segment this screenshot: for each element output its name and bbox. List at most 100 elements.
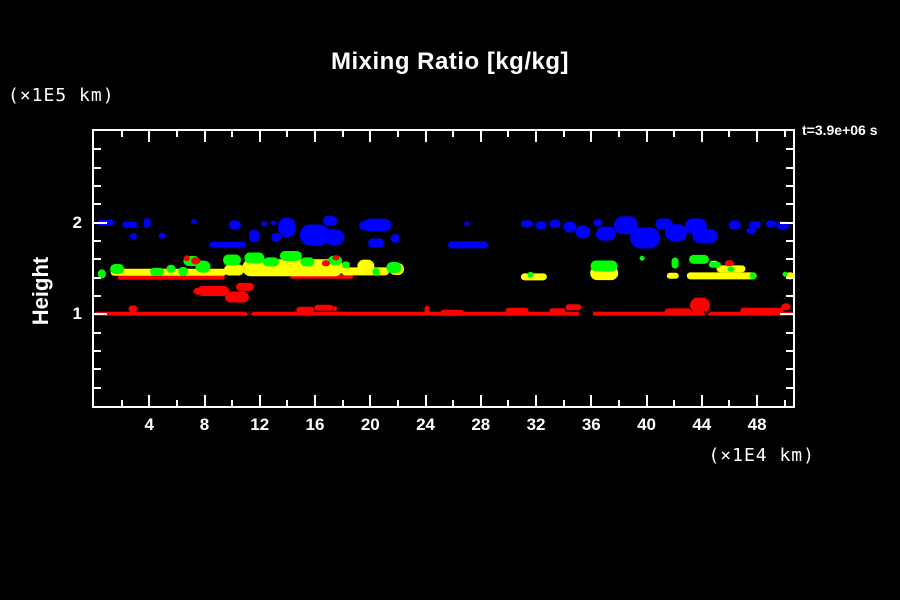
x-tick [369,395,371,406]
layer-yellow-layer-blob [687,272,757,279]
layer-green-layer-blob [372,268,379,276]
x-tick-label: 48 [748,415,767,435]
layer-red-specks-blob [183,256,189,262]
x-tick [176,131,178,137]
layer-blue-layer-blob [278,218,296,237]
x-tick [204,131,206,142]
page-background: { "header": { "title": "Mixing Ratio [kg… [0,0,900,600]
x-tick-label: 32 [527,415,546,435]
y-tick [786,258,793,260]
y-tick [94,332,101,334]
layer-blue-layer-blob [323,216,337,226]
layer-blue-layer-blob [665,224,687,241]
layer-red-clouds-blob [314,305,333,311]
x-tick [673,131,675,137]
layer-green-layer-blob [280,251,302,261]
layer-blue-layer-blob [191,219,197,225]
x-tick-label: 20 [361,415,380,435]
x-tick [259,395,261,406]
layer-yellow-layer-blob [521,273,547,280]
y-tick [786,277,793,279]
layer-blue-layer-blob [159,232,165,238]
x-tick [701,131,703,142]
layer-blue-layer-blob [249,230,259,243]
layer-blue-layer-blob [122,221,137,227]
layer-green-layer-blob [782,272,787,277]
y-tick [780,222,793,224]
y-tick [94,148,101,150]
x-tick-label: 12 [250,415,269,435]
layer-red-clouds-blob [506,307,529,313]
x-tick [728,131,730,137]
x-tick [646,395,648,406]
x-tick [590,395,592,406]
layer-blue-layer-blob [746,228,756,234]
y-tick [786,350,793,352]
x-tick [369,131,371,142]
layer-red-clouds-blob [225,291,249,302]
x-tick [425,131,427,142]
layer-blue-layer-blob [368,238,384,247]
layer-green-layer-blob [749,272,756,279]
layer-blue-layer-blob [391,234,400,242]
layer-red-clouds-blob [333,306,337,312]
y-tick [94,313,107,315]
layer-red-clouds-blob [425,306,430,314]
layer-red-clouds-blob [197,285,229,295]
layer-green-layer-blob [245,252,264,263]
y-tick [786,240,793,242]
layer-blue-layer-blob [464,221,470,226]
y-tick [94,203,101,205]
layer-blue-layer-blob [693,230,718,244]
y-tick [94,368,101,370]
x-tick [507,131,509,137]
x-tick [701,395,703,406]
layer-blue-layer-blob [144,218,151,228]
x-tick [231,400,233,406]
layer-green-layer-blob [640,256,645,261]
x-tick [148,395,150,406]
x-tick-label: 36 [582,415,601,435]
layer-blue-layer-blob [766,220,776,227]
x-tick [342,400,344,406]
x-tick [148,131,150,142]
x-tick-label: 4 [145,415,154,435]
layer-blue-layer-blob [363,219,391,232]
layer-green-layer-blob [386,262,401,274]
x-tick [204,395,206,406]
y-tick [94,167,101,169]
layer-blue-layer-blob [209,241,246,247]
x-tick [784,131,786,137]
x-tick [397,131,399,137]
x-tick [425,395,427,406]
layer-red-specks-blob [322,260,330,266]
y-tick [786,387,793,389]
layer-green-layer-blob [166,264,175,272]
y-tick [780,313,793,315]
layer-red-underline-blob [118,275,224,280]
x-tick [756,395,758,406]
layer-blue-layer-blob [325,230,344,246]
x-tick-label: 8 [200,415,209,435]
y-tick [94,258,101,260]
layer-green-layer-blob [223,255,241,266]
layer-red-clouds-blob [236,283,254,291]
x-tick-label: 24 [416,415,435,435]
layer-red-specks-blob [725,260,733,266]
y-tick-label: 2 [73,213,82,233]
layer-red-clouds-blob [740,307,784,313]
y-tick [786,203,793,205]
layer-red-clouds-blob [440,309,463,315]
layer-blue-layer-blob [594,219,603,226]
layer-green-layer-blob [301,258,314,267]
x-tick [535,131,537,142]
y-tick [94,295,101,297]
x-tick [452,400,454,406]
line-marker: × [703,308,711,321]
layer-blue-layer-blob [521,220,533,227]
x-tick-label: 40 [637,415,656,435]
layer-yellow-layer-blob [667,273,679,279]
x-tick [563,131,565,137]
layer-blue-layer-blob [575,225,590,238]
x-axis-units-label: (×1E4 km) [650,445,815,466]
